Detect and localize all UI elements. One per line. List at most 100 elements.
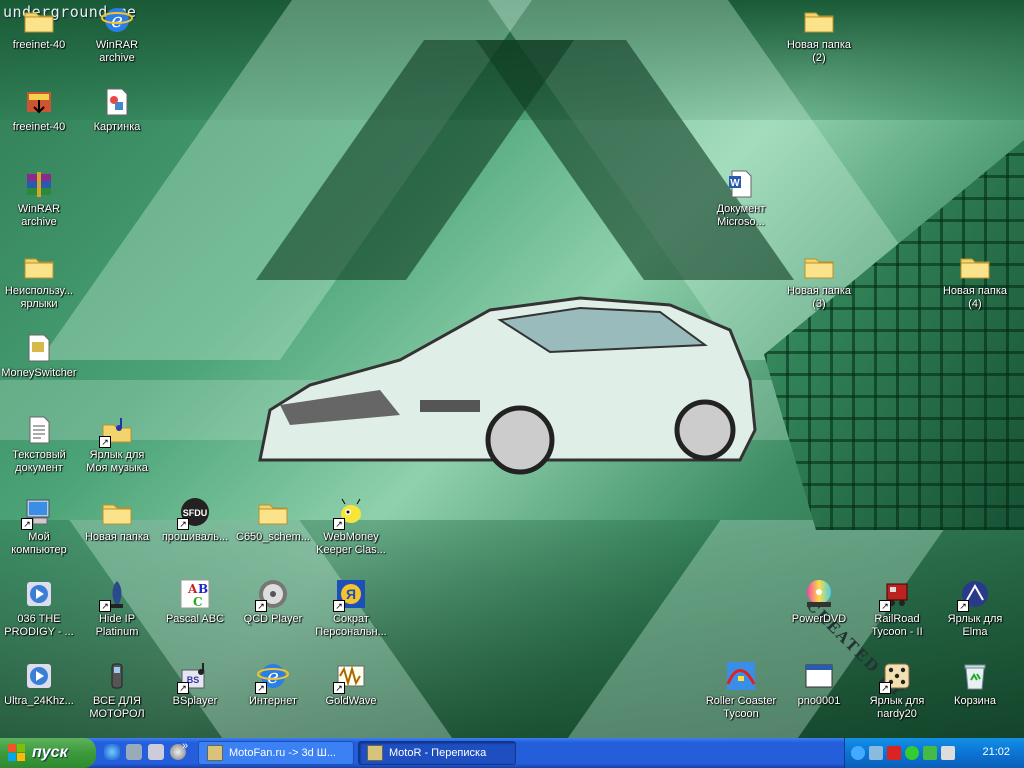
taskbar-task-motor[interactable]: MotoR - Переписка [358, 741, 516, 765]
desktop-icon-motorola[interactable]: ВСЕ ДЛЯ МОТОРОЛ [78, 660, 156, 721]
desktop-icon-roller-coaster[interactable]: Roller Coaster Tycoon [702, 660, 780, 721]
desktop-icon-unused-shortcuts[interactable]: Неиспользу... ярлыки [0, 250, 78, 311]
sfdu-icon: SFDU ↗ [177, 496, 211, 530]
desktop-icon-new-folder-2[interactable]: Новая папка (2) [780, 4, 858, 65]
shortcut-arrow-icon: ↗ [177, 682, 189, 694]
taskbar-task-motofan[interactable]: MotoFan.ru -> 3d Ш... [198, 741, 354, 765]
webmoney-icon: ↗ [333, 496, 367, 530]
desktop-icon-qcd-player[interactable]: ↗ QCD Player [234, 578, 312, 626]
desktop-icon-freeinet-40-setup[interactable]: freeinet-40 [0, 86, 78, 134]
desktop-icon-new-folder-4[interactable]: Новая папка (4) [936, 250, 1014, 311]
task-label: MotoFan.ru -> 3d Ш... [229, 747, 336, 759]
picture-icon [101, 86, 133, 118]
network-icon[interactable] [869, 746, 883, 760]
quick-launch-more-icon[interactable]: » [182, 740, 188, 752]
desktop-icon-kartinka[interactable]: Картинка [78, 86, 156, 134]
app-icon [23, 332, 55, 364]
coaster-icon [725, 660, 757, 692]
desktop-icon-label: WinRAR archive [17, 203, 61, 228]
svg-text:Я: Я [346, 586, 356, 602]
desktop-icon-firmware[interactable]: SFDU ↗ прошиваль... [156, 496, 234, 544]
desktop-icon-webmoney[interactable]: ↗ WebMoney Keeper Clas... [312, 496, 390, 557]
shortcut-arrow-icon: ↗ [255, 682, 267, 694]
shortcut-arrow-icon: ↗ [99, 436, 111, 448]
icq-icon[interactable] [905, 746, 919, 760]
desktop-icon-label: C650_schem... [236, 531, 310, 543]
desktop-icon-freeinet-40-folder[interactable]: freeinet-40 [0, 4, 78, 52]
winrar-icon [23, 168, 55, 200]
desktop-icon-new-folder[interactable]: Новая папка [78, 496, 156, 544]
goldwave-icon: ↗ [333, 660, 367, 694]
desktop-icon-label: Интернет [249, 695, 297, 707]
desktop-icon-label: Корзина [954, 695, 996, 707]
desktop-icon-my-music-shortcut[interactable]: ↗ Ярлык для Моя музыка [78, 414, 156, 475]
desktop-icon-nardy-shortcut[interactable]: ↗ Ярлык для nardy20 [858, 660, 936, 721]
desktop-icon-label: WinRAR archive [95, 39, 139, 64]
folder-icon [959, 250, 991, 282]
desktop-icon-text-document[interactable]: Текстовый документ [0, 414, 78, 475]
desktop-icon-c650-scheme[interactable]: C650_schem... [234, 496, 312, 544]
desktop-icon-label: Pascal ABC [165, 613, 225, 625]
desktop-icon-label: Новая папка (2) [786, 39, 852, 64]
desktop-icon-label: Ярлык для Моя музыка [86, 449, 148, 474]
desktop-icon-elma-shortcut[interactable]: ↗ Ярлык для Elma [936, 578, 1014, 639]
desktop-icon-label: QCD Player [243, 613, 303, 625]
desktop-icon-pno0001[interactable]: pno0001 [780, 660, 858, 708]
desktop-icon-railroad-tycoon[interactable]: ↗ RailRoad Tycoon - II [858, 578, 936, 639]
svg-text:e: e [267, 664, 279, 688]
media-icon[interactable] [148, 744, 164, 760]
ie-icon[interactable] [104, 744, 120, 760]
desktop-icon-label: MoneySwitcher [1, 367, 77, 379]
desktop-icon-internet[interactable]: e ↗ Интернет [234, 660, 312, 708]
desktop-icon-hide-ip[interactable]: ↗ Hide IP Platinum [78, 578, 156, 639]
text-doc-icon [23, 414, 55, 446]
desktop-icon-label: Ярлык для nardy20 [869, 695, 925, 720]
phone-icon [101, 660, 133, 692]
desktop-icon-label: freeinet-40 [12, 121, 66, 133]
shortcut-arrow-icon: ↗ [879, 600, 891, 612]
desktop-icon-label: 036 THE PRODIGY - ... [4, 613, 74, 638]
desktop-icon-prodigy[interactable]: 036 THE PRODIGY - ... [0, 578, 78, 639]
desktop-icon-bsplayer[interactable]: BS ↗ BSplayer [156, 660, 234, 708]
desktop-icon-recycle-bin[interactable]: Корзина [936, 660, 1014, 708]
desktop-icon-label: Hide IP Platinum [95, 613, 139, 638]
desktop-icon-socrat[interactable]: Я ↗ Сократ Персональн... [312, 578, 390, 639]
taskbar: пуск » MotoFan.ru -> 3d Ш... MotoR - Пер… [0, 738, 1024, 768]
ie-icon: e ↗ [255, 660, 289, 694]
desktop-icon-new-folder-3[interactable]: Новая папка (3) [780, 250, 858, 311]
music-folder-icon: ↗ [99, 414, 133, 448]
bluetooth-icon[interactable] [923, 746, 937, 760]
shortcut-arrow-icon: ↗ [333, 682, 345, 694]
folder-icon [803, 4, 835, 36]
volume-icon[interactable] [941, 746, 955, 760]
desktop-icon-label: ВСЕ ДЛЯ МОТОРОЛ [89, 695, 145, 720]
desktop-icon-word-doc[interactable]: W Документ Microso... [702, 168, 780, 229]
shortcut-arrow-icon: ↗ [333, 518, 345, 530]
desktop-icon-winrar-archive-2[interactable]: WinRAR archive [0, 168, 78, 229]
desktop-icon-label: Новая папка [84, 531, 150, 543]
svg-text:W: W [730, 178, 740, 189]
desktop-icon-pascal-abc[interactable]: A B C Pascal ABC [156, 578, 234, 626]
desktop-icon-winrar-archive-1[interactable]: e WinRAR archive [78, 4, 156, 65]
media-icon [23, 660, 55, 692]
desktop-icon-moneyswitcher[interactable]: MoneySwitcher [0, 332, 78, 380]
qcd-icon: ↗ [255, 578, 289, 612]
network-icon[interactable] [126, 744, 142, 760]
desktop-icon-label: Roller Coaster Tycoon [705, 695, 777, 720]
desktop-icon-my-computer[interactable]: ↗ Мой компьютер [0, 496, 78, 557]
antivirus-icon[interactable] [887, 746, 901, 760]
svg-text:SFDU: SFDU [183, 508, 208, 518]
desktop-icon-goldwave[interactable]: ↗ GoldWave [312, 660, 390, 708]
svg-text:e: e [111, 8, 123, 32]
desktop-icon-label: freeinet-40 [12, 39, 66, 51]
windows-flag-icon [8, 744, 26, 762]
folder-icon [101, 496, 133, 528]
desktop-icon-ultra-24khz[interactable]: Ultra_24Khz... [0, 660, 78, 708]
desktop-icon-powerdvd[interactable]: PowerDVD [780, 578, 858, 626]
tray-arrow-icon[interactable] [851, 746, 865, 760]
abc-icon: ABC [179, 578, 211, 610]
desktop-icon-label: Новая папка (4) [942, 285, 1008, 310]
start-button[interactable]: пуск [0, 738, 96, 768]
shortcut-arrow-icon: ↗ [957, 600, 969, 612]
folder-icon [257, 496, 289, 528]
